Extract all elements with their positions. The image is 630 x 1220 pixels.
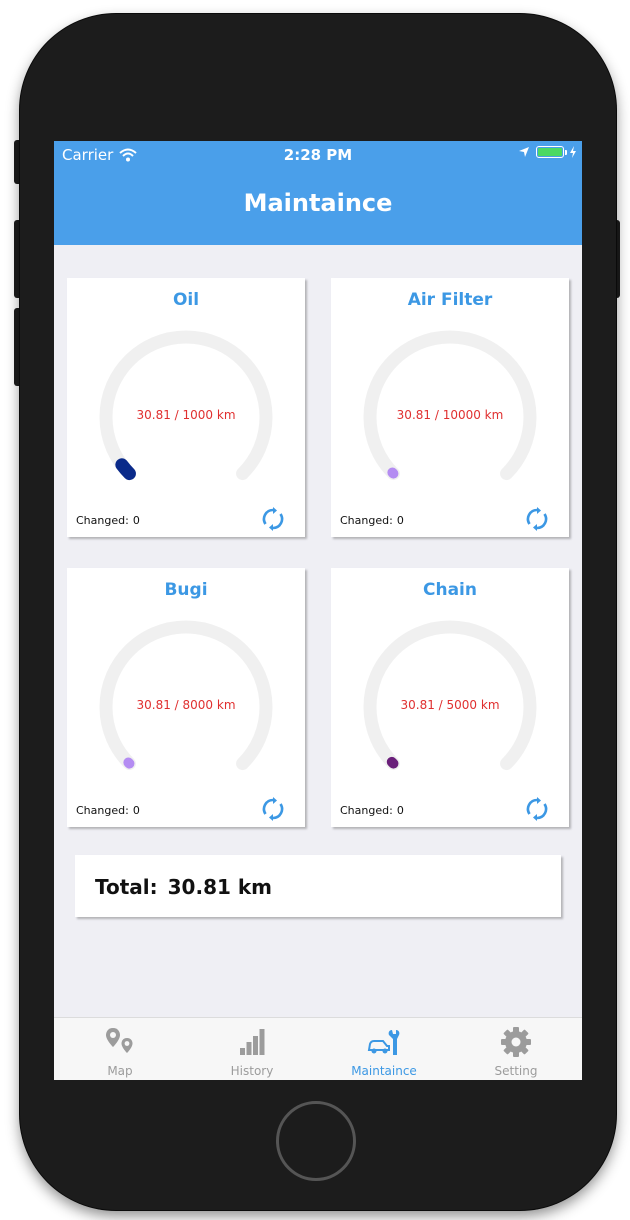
card-reading: 30.81 / 8000 km — [136, 698, 236, 712]
changed-label: Changed: — [76, 514, 129, 527]
progress-gauge — [99, 330, 273, 481]
refresh-icon[interactable] — [525, 797, 549, 821]
progress-gauge — [363, 330, 537, 481]
total-value: 30.81 km — [167, 875, 273, 899]
home-button[interactable] — [276, 1101, 356, 1181]
gauge-track — [99, 620, 273, 771]
changed-value: 0 — [396, 804, 404, 817]
app-screen: Carrier 2:28 PM Maintaince Oil 30.81 / 1… — [54, 141, 582, 1080]
progress-gauge — [363, 620, 537, 771]
tab-label: Setting — [494, 1064, 538, 1078]
maintenance-card-oil[interactable]: Oil 30.81 / 1000 km Changed: 0 — [67, 278, 305, 537]
tab-label: Maintaince — [351, 1064, 417, 1078]
changed-count: Changed: 0 — [340, 804, 404, 817]
changed-value: 0 — [132, 514, 140, 527]
card-reading: 30.81 / 10000 km — [396, 408, 504, 422]
maintenance-card-air-filter[interactable]: Air Filter 30.81 / 10000 km Changed: 0 — [331, 278, 569, 537]
card-reading: 30.81 / 1000 km — [136, 408, 236, 422]
gauge-progress — [123, 757, 135, 769]
maintenance-card-chain[interactable]: Chain 30.81 / 5000 km Changed: 0 — [331, 568, 569, 827]
changed-count: Changed: 0 — [76, 514, 140, 527]
refresh-icon[interactable] — [525, 507, 549, 531]
status-bar: Carrier 2:28 PM — [54, 141, 582, 169]
tab-history[interactable]: History — [186, 1018, 318, 1080]
total-distance-card: Total: 30.81 km — [75, 855, 561, 917]
tab-maintaince[interactable]: Maintaince — [318, 1018, 450, 1080]
progress-gauge — [99, 620, 273, 771]
tab-map[interactable]: Map — [54, 1018, 186, 1080]
card-title: Air Filter — [407, 290, 493, 310]
tab-bar: Map History Maintaince Setting — [54, 1017, 582, 1080]
gauge-track — [99, 330, 273, 481]
refresh-icon[interactable] — [261, 797, 285, 821]
status-time: 2:28 PM — [283, 146, 353, 164]
gauge-track — [363, 620, 537, 771]
card-title: Bugi — [164, 580, 208, 600]
changed-label: Changed: — [340, 514, 393, 527]
maintenance-card-bugi[interactable]: Bugi 30.81 / 8000 km Changed: 0 — [67, 568, 305, 827]
tab-label: History — [230, 1064, 274, 1078]
map-pins-icon — [106, 1028, 133, 1053]
gauge-track — [363, 330, 537, 481]
tab-label: Map — [107, 1064, 133, 1078]
page-title: Maintaince — [243, 189, 393, 217]
car-wrench-icon — [367, 1030, 400, 1055]
refresh-icon[interactable] — [261, 507, 285, 531]
gauge-progress — [387, 467, 399, 479]
changed-count: Changed: 0 — [76, 804, 140, 817]
card-title: Oil — [172, 290, 200, 310]
gear-icon — [501, 1027, 531, 1057]
changed-label: Changed: — [76, 804, 129, 817]
nav-header: Carrier 2:28 PM Maintaince — [54, 141, 582, 245]
charging-bolt-icon — [570, 146, 576, 158]
total-label: Total: — [95, 875, 158, 899]
card-title: Chain — [423, 580, 477, 600]
location-arrow-icon — [519, 147, 529, 157]
bar-chart-icon — [240, 1029, 265, 1055]
status-right — [518, 146, 576, 158]
tab-setting[interactable]: Setting — [450, 1018, 582, 1080]
gauge-progress — [115, 458, 136, 481]
changed-count: Changed: 0 — [340, 514, 404, 527]
total-row: Total: 30.81 km — [95, 875, 272, 899]
gauge-progress — [386, 756, 399, 769]
changed-value: 0 — [132, 804, 140, 817]
card-reading: 30.81 / 5000 km — [400, 698, 500, 712]
changed-value: 0 — [396, 514, 404, 527]
battery-icon — [536, 146, 567, 158]
changed-label: Changed: — [340, 804, 393, 817]
